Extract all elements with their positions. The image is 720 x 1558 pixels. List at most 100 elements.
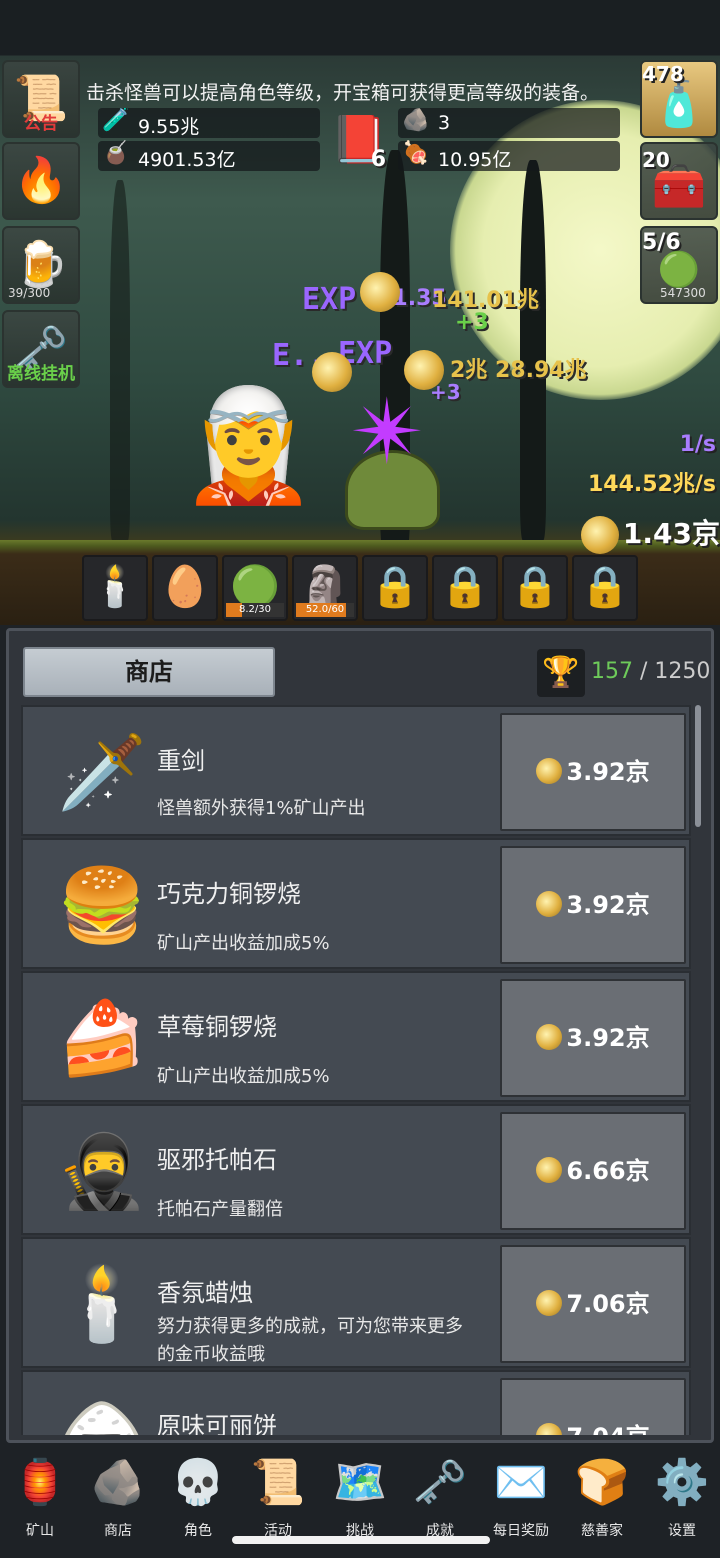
game-scene[interactable]: 📜 公告 🔥 🍺 39/300 🗝️ 离线挂机 击杀怪兽可以提高角色等级，开宝箱… (0, 0, 720, 625)
beer-button[interactable]: 🍺 39/300 (2, 226, 80, 304)
beer-progress: 39/300 (8, 286, 51, 300)
topaz-silhouette-icon: 🥷 (57, 1129, 147, 1213)
item-desc: 怪兽额外获得1%矿山产出 (157, 798, 366, 819)
item-name: 重剑 (157, 747, 205, 775)
stone-icon: 🪨 (402, 108, 430, 133)
item-name: 原味可丽饼 (157, 1412, 277, 1435)
beer-icon: 🍺 (13, 239, 69, 290)
shop-item: 🍰 草莓铜锣烧 矿山产出收益加成5% 3.92京 (21, 971, 691, 1102)
torch-icon: 🔥 (13, 155, 69, 206)
coin-icon (536, 1024, 563, 1050)
coin-icon (536, 891, 563, 917)
torch-button[interactable]: 🔥 (2, 142, 80, 220)
offline-idle-button[interactable]: 🗝️ 离线挂机 (2, 310, 80, 388)
lock-icon: 🔒 (370, 564, 420, 610)
candle-icon: 🕯️ (90, 564, 140, 610)
ore-icon: 🪨 (90, 1457, 146, 1508)
coin-icon (536, 758, 563, 784)
item-desc: 努力获得更多的成就，可为您带来更多的金币收益哦 (157, 1316, 463, 1365)
slot-progress: 52.0/60 (296, 603, 354, 617)
chocolate-dorayaki-icon: 🍔 (57, 863, 147, 947)
strawberry-dorayaki-icon: 🍰 (57, 996, 147, 1080)
blue-potion-icon: 🧪 (102, 108, 130, 133)
skull-icon: 💀 (170, 1457, 226, 1508)
lock-icon: 🔒 (580, 564, 630, 610)
item-desc: 矿山产出收益加成5% (157, 1066, 330, 1087)
slime-stone-count: 547300 (660, 286, 706, 300)
trophy-icon: 🏆 (537, 649, 585, 697)
chest-count: 20 (642, 148, 670, 172)
shop-panel: 商店 🏆 157 / 1250 🗡️ 重剑 怪兽额外获得1%矿山产出 3.92京… (6, 628, 714, 1443)
nav-daily-reward[interactable]: ✉️ 每日奖励 (481, 1446, 561, 1546)
bread-icon: 🍞 (574, 1457, 630, 1508)
gold-gain: 141.01兆 (432, 288, 539, 313)
trophy-count: 157 / 1250 (591, 659, 711, 684)
announcement-label: 公告 (24, 114, 58, 134)
slot-egg[interactable]: 🥚 (152, 555, 218, 621)
green-potion-stat: 🧉 4901.53亿 (98, 141, 320, 171)
exp-rate: 1/s (679, 432, 716, 457)
slot-locked[interactable]: 🔒 (432, 555, 498, 621)
nav-shop[interactable]: 🪨 商店 (78, 1446, 158, 1546)
slot-candle[interactable]: 🕯️ (82, 555, 148, 621)
slime-button[interactable]: 5/6 🟢 547300 (640, 226, 718, 304)
nav-mine[interactable]: 🏮 矿山 (0, 1446, 80, 1546)
lantern-icon: 🏮 (12, 1457, 68, 1508)
shop-list[interactable]: 🗡️ 重剑 怪兽额外获得1%矿山产出 3.92京 🍔 巧克力铜锣烧 矿山产出收益… (21, 705, 691, 1435)
meat-icon: 🍖 (402, 141, 430, 166)
offline-label: 离线挂机 (7, 364, 75, 384)
slot-golem[interactable]: 🗿 52.0/60 (292, 555, 358, 621)
slot-locked[interactable]: 🔒 (362, 555, 428, 621)
item-name: 驱邪托帕石 (157, 1146, 277, 1174)
coin-icon (536, 1423, 563, 1435)
treasure-chest-button[interactable]: 🧰 20 (640, 142, 718, 220)
notice-text: 击杀怪兽可以提高角色等级，开宝箱可获得更高等级的装备。 (86, 82, 600, 104)
shop-item: 🥷 驱邪托帕石 托帕石产量翻倍 6.66京 (21, 1104, 691, 1235)
nav-character[interactable]: 💀 角色 (158, 1446, 238, 1546)
scrollbar[interactable] (695, 705, 701, 827)
shop-tab[interactable]: 商店 (23, 647, 275, 697)
blue-potion-stat: 🧪 9.55兆 (98, 108, 320, 138)
meat-stat: 🍖 10.95亿 (398, 141, 620, 171)
buy-button[interactable]: 3.92京 (500, 846, 686, 964)
home-indicator[interactable] (232, 1536, 490, 1544)
book-button[interactable]: 📕 6 (326, 110, 392, 172)
envelope-icon: ✉️ (493, 1457, 549, 1508)
shop-item: 🍙 原味可丽饼 7.04京 (21, 1370, 691, 1435)
coin-drop (312, 352, 352, 392)
stone-stat: 🪨 3 (398, 108, 620, 138)
item-name: 香氛蜡烛 (157, 1279, 253, 1307)
slot-slime[interactable]: 🟢 8.2/30 (222, 555, 288, 621)
coin-icon (536, 1157, 563, 1183)
sword-icon: 🗡️ (57, 730, 147, 814)
buy-button[interactable]: 7.04京 (500, 1378, 686, 1435)
buy-button[interactable]: 6.66京 (500, 1112, 686, 1230)
hero-character: 🧝 (180, 381, 317, 509)
gold-rate: 144.52兆/s (587, 472, 716, 497)
lock-icon: 🔒 (440, 564, 490, 610)
slot-locked[interactable]: 🔒 (502, 555, 568, 621)
shop-item: 🕯️ 香氛蜡烛 努力获得更多的成就，可为您带来更多的金币收益哦 7.06京 (21, 1237, 691, 1368)
nav-settings[interactable]: ⚙️ 设置 (642, 1446, 720, 1546)
slot-locked[interactable]: 🔒 (572, 555, 638, 621)
nav-events[interactable]: 📜 活动 (238, 1446, 318, 1546)
announcement-button[interactable]: 📜 公告 (2, 60, 80, 138)
map-icon: 🗺️ (332, 1457, 388, 1508)
nav-challenge[interactable]: 🗺️ 挑战 (320, 1446, 400, 1546)
red-potion-button[interactable]: 🧴 478 (640, 60, 718, 138)
egg-icon: 🥚 (160, 564, 210, 610)
coin-icon (580, 516, 619, 554)
coin-drop (404, 350, 444, 390)
gear-icon: ⚙️ (654, 1457, 710, 1508)
slime-icon: 🟢 (657, 250, 701, 290)
book-count: 6 (370, 147, 386, 172)
crepe-icon: 🍙 (47, 1382, 157, 1435)
attack-burst: ✴ (350, 380, 426, 485)
item-desc: 矿山产出收益加成5% (157, 933, 330, 954)
buy-button[interactable]: 7.06京 (500, 1245, 686, 1363)
item-desc: 托帕石产量翻倍 (157, 1199, 283, 1220)
buy-button[interactable]: 3.92京 (500, 979, 686, 1097)
nav-achievements[interactable]: 🗝️ 成就 (400, 1446, 480, 1546)
nav-philanthropist[interactable]: 🍞 慈善家 (562, 1446, 642, 1546)
buy-button[interactable]: 3.92京 (500, 713, 686, 831)
